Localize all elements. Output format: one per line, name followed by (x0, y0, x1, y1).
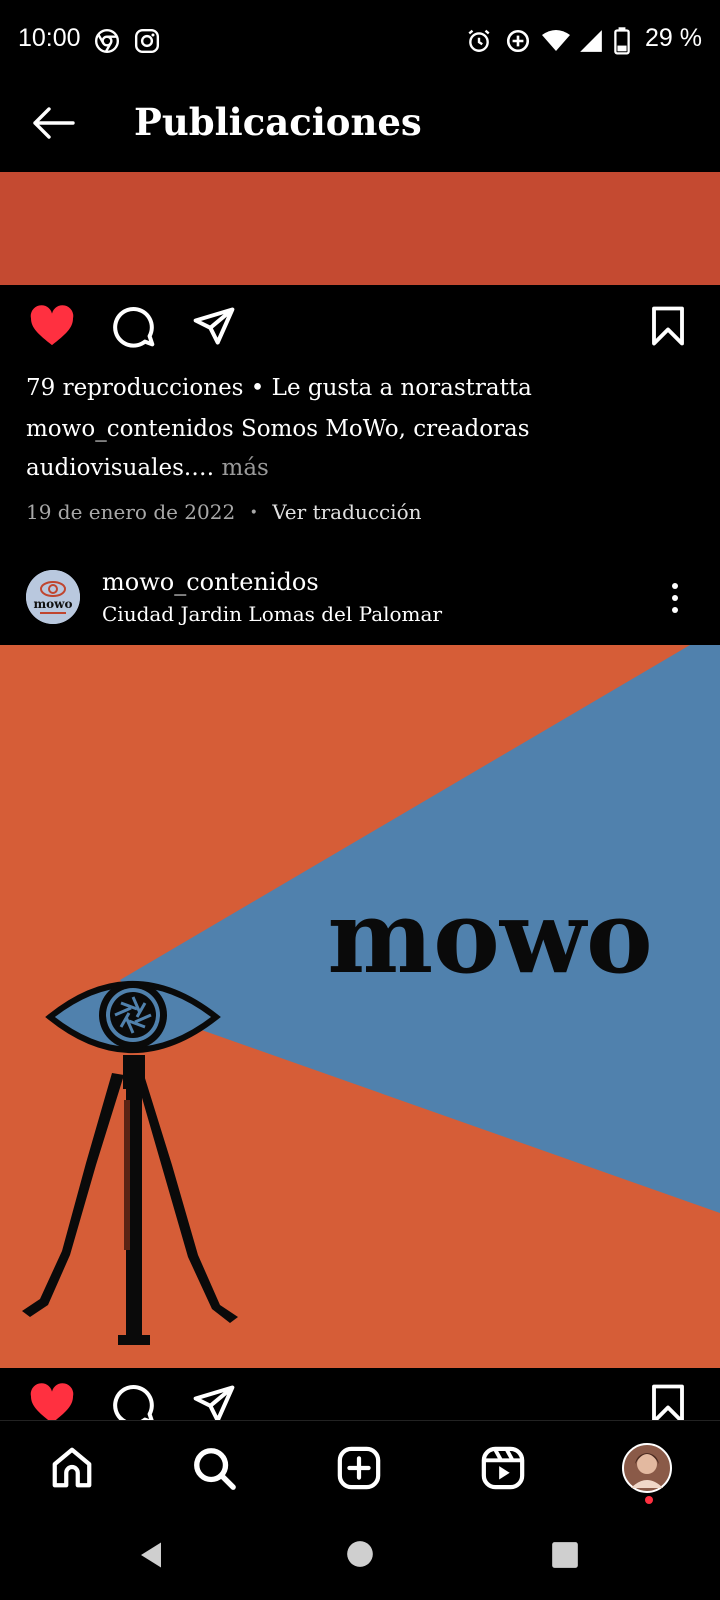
post-location[interactable]: Ciudad Jardin Lomas del Palomar (102, 602, 442, 626)
translate-link[interactable]: Ver traducción (272, 500, 421, 524)
nav-profile[interactable] (615, 1436, 679, 1500)
data-saver-icon (506, 29, 530, 53)
system-navigation-bar (0, 1530, 720, 1600)
send-icon (193, 1385, 235, 1420)
post-stats[interactable]: 79 reproducciones • Le gusta a norastrat… (26, 375, 532, 401)
more-options-button[interactable] (655, 575, 695, 621)
share-button[interactable] (184, 1374, 244, 1420)
caption-text-continued: audiovisuales.… (26, 455, 215, 481)
save-button[interactable] (638, 296, 698, 356)
instagram-icon (134, 28, 160, 54)
back-button[interactable] (26, 96, 80, 150)
like-button[interactable] (22, 296, 82, 356)
send-icon (193, 307, 235, 345)
create-icon (337, 1446, 381, 1490)
date-separator: • (249, 505, 258, 521)
system-recents-icon[interactable] (551, 1541, 579, 1569)
notification-dot (645, 1496, 653, 1504)
chrome-icon (94, 28, 120, 54)
post-actions (0, 1368, 720, 1420)
bookmark-icon (652, 1384, 684, 1420)
share-button[interactable] (184, 296, 244, 356)
system-back-icon[interactable] (136, 1540, 166, 1570)
arrow-left-icon (33, 107, 75, 139)
save-button[interactable] (638, 1374, 698, 1420)
status-time: 10:00 (18, 24, 81, 52)
caption-text: Somos MoWo, creadoras (240, 416, 530, 442)
more-vertical-icon (672, 583, 678, 613)
comment-icon (113, 306, 155, 348)
page-title: Publicaciones (134, 100, 422, 144)
comment-icon (113, 1384, 154, 1420)
post-date: 19 de enero de 2022 (26, 500, 236, 524)
reels-icon (481, 1446, 525, 1490)
heart-icon (30, 305, 74, 346)
bookmark-icon (652, 306, 684, 346)
nav-home[interactable] (40, 1436, 104, 1500)
post-date-row: 19 de enero de 2022 • Ver traducción (26, 500, 422, 524)
status-bar: 10:00 29 % (0, 0, 720, 82)
profile-avatar (622, 1443, 672, 1493)
poster-logo-text: mowo (327, 878, 652, 996)
heart-icon (30, 1383, 74, 1420)
previous-post-actions (0, 290, 720, 370)
like-button[interactable] (22, 1374, 82, 1420)
avatar-text: mowo (33, 597, 72, 611)
comment-button[interactable] (104, 296, 164, 356)
caption-more-link[interactable]: más (222, 455, 269, 481)
caption-username[interactable]: mowo_contenidos (26, 416, 234, 442)
avatar[interactable]: mowo (26, 570, 80, 624)
previous-post-media[interactable] (0, 172, 720, 285)
mowo-avatar-logo: mowo (26, 570, 80, 624)
nav-search[interactable] (182, 1436, 246, 1500)
comment-button[interactable] (104, 1374, 164, 1420)
nav-reels[interactable] (471, 1436, 535, 1500)
battery-icon (614, 27, 630, 55)
system-home-icon[interactable] (346, 1540, 374, 1568)
signal-icon (580, 30, 602, 52)
post-username[interactable]: mowo_contenidos (102, 568, 319, 596)
mowo-poster: mowo (0, 645, 720, 1368)
home-icon (52, 1447, 92, 1488)
wifi-icon (542, 30, 570, 51)
alarm-icon (468, 29, 490, 52)
battery-percent: 29 % (645, 24, 702, 52)
post-caption: mowo_contenidos Somos MoWo, creadoras (26, 416, 530, 442)
post-image[interactable]: mowo (0, 645, 720, 1368)
post-caption-line-2: audiovisuales.… más (26, 455, 269, 481)
nav-create[interactable] (327, 1436, 391, 1500)
search-icon (194, 1448, 236, 1490)
